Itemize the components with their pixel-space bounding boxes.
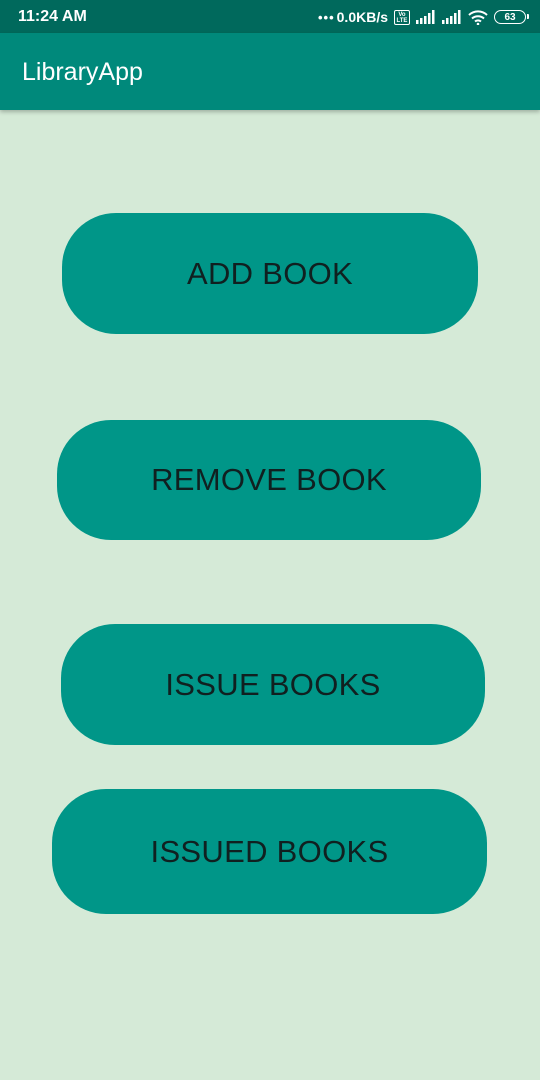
app-title: LibraryApp [22, 58, 143, 86]
issued-books-button[interactable]: ISSUED BOOKS [52, 789, 487, 914]
status-icons: ••• 0.0KB/s Vo LTE 63 [317, 6, 529, 28]
issue-books-button[interactable]: ISSUE BOOKS [61, 624, 485, 745]
remove-book-button[interactable]: REMOVE BOOK [57, 420, 481, 540]
status-time: 11:24 AM [18, 8, 87, 25]
signal-strength-icon [442, 10, 461, 24]
app-bar: LibraryApp [0, 33, 540, 110]
battery-icon: 63 [494, 10, 529, 24]
network-speed: 0.0KB/s [336, 9, 388, 25]
status-bar: 11:24 AM ••• 0.0KB/s Vo LTE 63 [0, 0, 540, 33]
add-book-button[interactable]: ADD BOOK [62, 213, 478, 334]
signal-strength-icon [416, 10, 435, 24]
notification-dots: ••• [317, 9, 335, 25]
volte-icon: Vo LTE [394, 9, 410, 25]
wifi-icon [468, 10, 488, 25]
